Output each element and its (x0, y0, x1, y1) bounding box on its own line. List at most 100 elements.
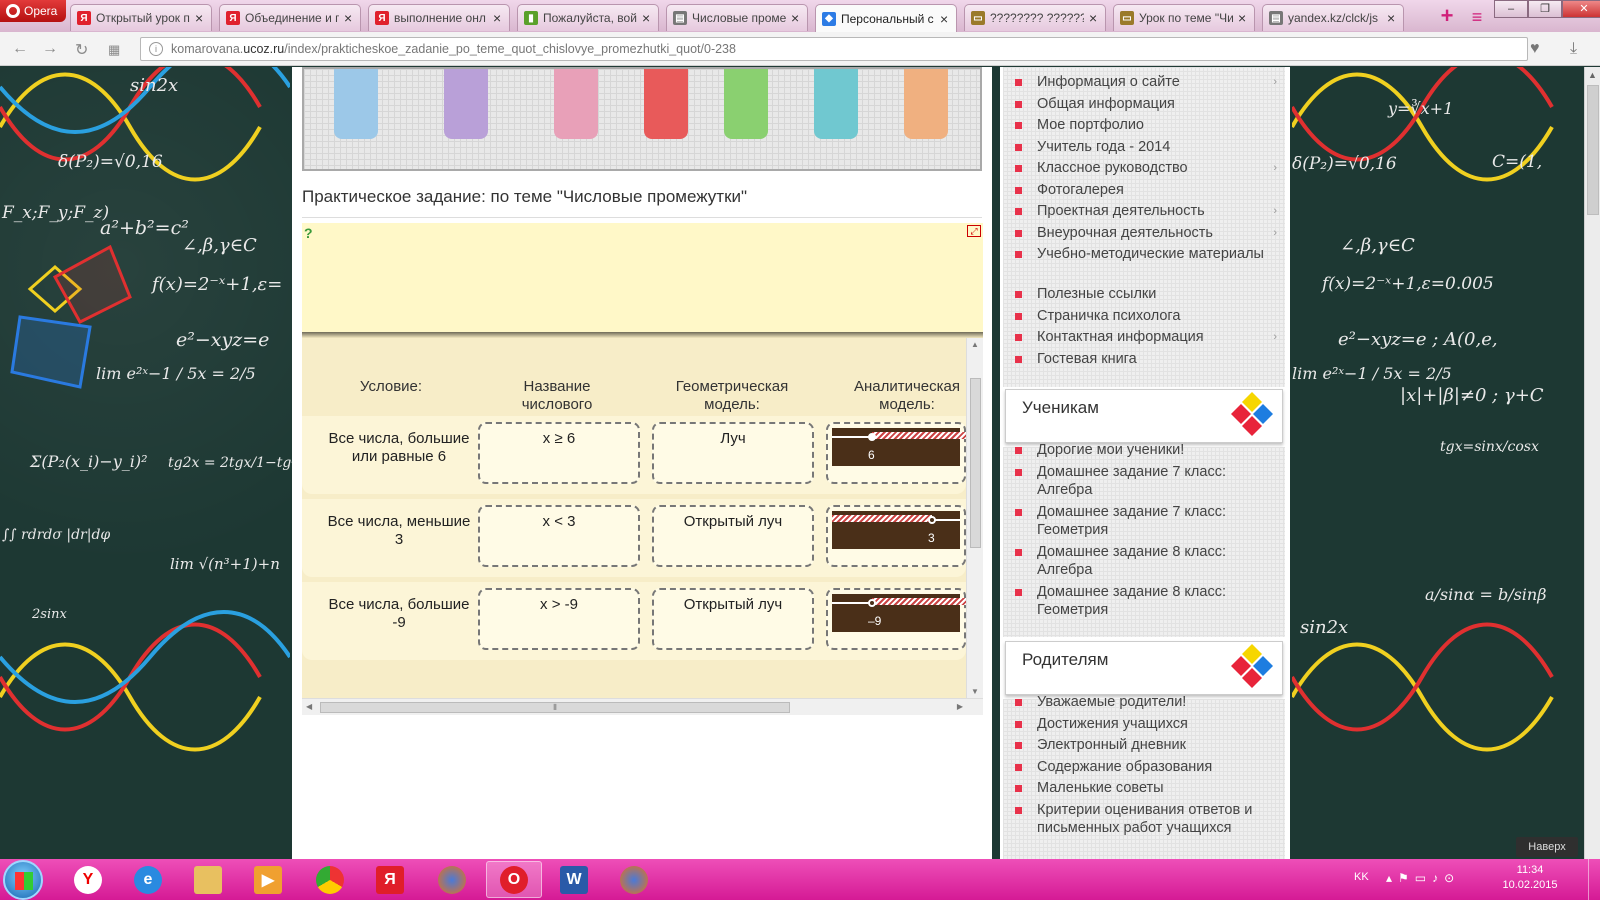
taskbar-yandex[interactable]: Я (362, 861, 418, 898)
sidebar-link[interactable]: Проектная деятельность › (1015, 202, 1277, 220)
sidebar-link[interactable]: Страничка психолога (1015, 307, 1277, 325)
browser-tab[interactable]: ▤ Числовые проме × (666, 4, 808, 31)
page-scroll-thumb[interactable] (1587, 85, 1599, 215)
widget-hscroll-thumb[interactable]: ⦀ (320, 702, 790, 713)
geometric-model-card[interactable]: Луч (652, 422, 814, 484)
sidebar-link[interactable]: Домашнее задание 8 класс: Геометрия (1015, 583, 1277, 619)
number-line-card[interactable]: –9 (826, 588, 966, 650)
sidebar-link[interactable]: Маленькие советы (1015, 779, 1277, 797)
bookmark-heart-icon[interactable]: ♥ (1530, 40, 1540, 58)
sidebar-link[interactable]: Мое портфолио (1015, 116, 1277, 134)
browser-tab[interactable]: Явыполнение онл × (368, 4, 510, 31)
chalk-formula: C=(1, (1492, 152, 1543, 172)
scroll-left-icon[interactable]: ◀ (306, 702, 312, 711)
tray-icons[interactable]: ▴⚑▭♪⊙ (1386, 871, 1460, 885)
address-field[interactable]: i komarovana.ucoz.ru/index/prakticheskoe… (140, 37, 1528, 61)
help-icon[interactable]: ? (304, 225, 320, 241)
sidebar-link[interactable]: Фотогалерея (1015, 181, 1277, 199)
sidebar-link[interactable]: Электронный дневник (1015, 736, 1277, 754)
widget-horizontal-scrollbar[interactable]: ◀ ⦀ ▶ (302, 698, 983, 715)
sidebar-link[interactable]: Содержание образования (1015, 758, 1277, 776)
interval-name-card[interactable]: x > -9 (478, 588, 640, 650)
tab-close-icon[interactable]: × (195, 10, 205, 26)
to-top-button[interactable]: Наверх (1516, 837, 1578, 857)
sidebar-link[interactable]: Домашнее задание 7 класс: Алгебра (1015, 463, 1277, 499)
scroll-right-icon[interactable]: ▶ (957, 702, 963, 711)
site-info-icon[interactable]: i (149, 42, 163, 56)
page-scroll-up-icon[interactable]: ▲ (1588, 70, 1597, 80)
browser-tab[interactable]: ▭ ???????? ????????? × (964, 4, 1106, 31)
chalk-formula: tgx=sinx/cosx (1440, 439, 1539, 455)
geometric-model-card[interactable]: Открытый луч (652, 505, 814, 567)
sidebar-link[interactable]: Учитель года - 2014 (1015, 138, 1277, 156)
sidebar-link[interactable]: Гостевая книга (1015, 350, 1277, 368)
widget-scroll-thumb[interactable] (970, 378, 981, 548)
widget-vertical-scrollbar[interactable]: ▲ ▼ (966, 338, 983, 698)
taskbar-internet-explorer[interactable]: e (120, 861, 176, 898)
sidebar-link[interactable]: Достижения учащихся (1015, 715, 1277, 733)
tab-close-icon[interactable]: × (940, 11, 950, 27)
scroll-down-icon[interactable]: ▼ (971, 687, 979, 696)
tab-menu-icon[interactable]: ≡ (1466, 7, 1488, 27)
reload-icon[interactable]: ↻ (75, 40, 88, 60)
download-icon[interactable]: ⤓ (1570, 40, 1577, 58)
sidebar-link[interactable]: Классное руководство › (1015, 159, 1277, 177)
show-desktop-button[interactable] (1588, 859, 1600, 900)
taskbar-firefox-2[interactable] (606, 861, 662, 898)
taskbar-file-explorer[interactable] (180, 861, 236, 898)
browser-tab[interactable]: ▤ yandex.kz/clck/js × (1262, 4, 1404, 31)
tab-close-icon[interactable]: × (1238, 10, 1248, 26)
page-vertical-scrollbar[interactable]: ▲ (1584, 67, 1600, 859)
taskbar-firefox[interactable] (424, 861, 480, 898)
minimize-button[interactable]: – (1494, 0, 1528, 18)
sidebar-link[interactable]: Критерии оценивания ответов и письменных… (1015, 801, 1277, 837)
number-line-card[interactable]: 3 (826, 505, 966, 567)
tab-close-icon[interactable]: × (1387, 10, 1397, 26)
submenu-arrow-icon: › (1273, 205, 1277, 217)
sidebar-link[interactable]: Внеурочная деятельность › (1015, 224, 1277, 242)
language-indicator[interactable]: KK (1354, 871, 1369, 883)
sidebar-link[interactable]: Домашнее задание 8 класс: Алгебра (1015, 543, 1277, 579)
new-tab-button[interactable]: + (1436, 5, 1458, 27)
tab-close-icon[interactable]: × (642, 10, 652, 26)
interval-name-card[interactable]: x < 3 (478, 505, 640, 567)
clock[interactable]: 11:34 10.02.2015 (1495, 863, 1565, 893)
browser-tab[interactable]: Я Открытый урок п × (70, 4, 212, 31)
sidebar-link[interactable]: Полезные ссылки (1015, 285, 1277, 303)
browser-tab[interactable]: ▮ Пожалуйста, вой × (517, 4, 659, 31)
yandex-icon: Я (376, 865, 404, 894)
tab-close-icon[interactable]: × (493, 10, 503, 26)
taskbar-word[interactable]: W (546, 861, 602, 898)
fullscreen-icon[interactable]: ⤢ (967, 225, 981, 237)
start-button[interactable] (3, 860, 43, 900)
sidebar-link[interactable]: Домашнее задание 7 класс: Геометрия (1015, 503, 1277, 539)
sidebar-link[interactable]: Информация о сайте › (1015, 73, 1277, 91)
tab-favicon-icon: ▤ (1269, 11, 1283, 25)
sidebar-link[interactable]: Контактная информация › (1015, 328, 1277, 346)
tab-close-icon[interactable]: × (344, 10, 354, 26)
browser-tab[interactable]: Я Объединение и п × (219, 4, 361, 31)
sidebar-link[interactable]: Дорогие мои ученики! (1015, 441, 1277, 459)
window-close-button[interactable]: ✕ (1562, 0, 1600, 18)
browser-tab[interactable]: ▭ Урок по теме "Чи × (1113, 4, 1255, 31)
sidebar-link[interactable]: Уважаемые родители! (1015, 693, 1277, 711)
sidebar-link[interactable]: Учебно-методические материалы (1015, 245, 1277, 263)
taskbar-chrome[interactable] (302, 861, 358, 898)
maximize-button[interactable]: ❐ (1528, 0, 1562, 18)
sidebar-link[interactable]: Общая информация (1015, 95, 1277, 113)
speed-dial-icon[interactable]: ▦ (108, 42, 120, 58)
taskbar-yandex-browser[interactable]: Y (60, 861, 116, 898)
tab-close-icon[interactable]: × (791, 10, 801, 26)
geometric-model-card[interactable]: Открытый луч (652, 588, 814, 650)
taskbar-opera[interactable]: O (486, 861, 542, 898)
forward-icon[interactable]: → (42, 40, 58, 58)
tab-close-icon[interactable]: × (1089, 10, 1099, 26)
taskbar-media-player[interactable]: ▶ (240, 861, 296, 898)
interval-name-card[interactable]: x ≥ 6 (478, 422, 640, 484)
endpoint-label: –9 (868, 614, 882, 628)
browser-tab[interactable]: ◆ Персональный с × (815, 4, 957, 32)
back-icon[interactable]: ← (12, 40, 28, 58)
opera-menu-button[interactable]: Opera (0, 0, 66, 22)
number-line-card[interactable]: 6 (826, 422, 966, 484)
scroll-up-icon[interactable]: ▲ (971, 340, 979, 349)
